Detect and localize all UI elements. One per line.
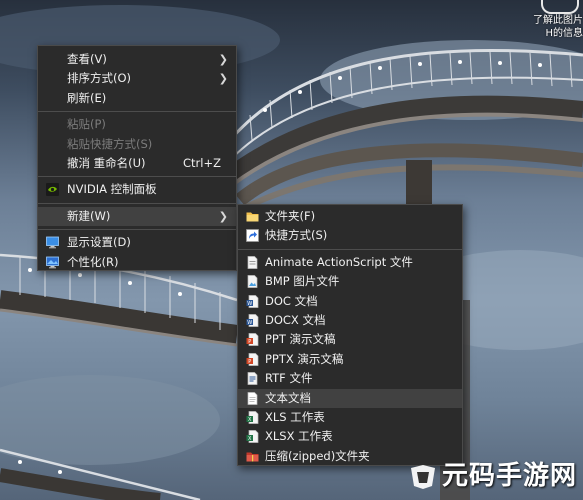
menu-item-shortcut: Ctrl+Z: [183, 155, 221, 170]
display-settings-icon: [46, 236, 59, 249]
pptx-file-icon: P: [246, 352, 259, 366]
docx-file-icon: W: [246, 314, 259, 327]
menu-separator: [238, 248, 462, 250]
menu-item-personalize[interactable]: 个性化(R): [38, 253, 236, 272]
new-item-docx-file[interactable]: W DOCX 文档: [238, 311, 462, 330]
doc-file-icon: W: [246, 294, 259, 308]
menu-item-label: 查看(V): [67, 52, 107, 66]
menu-item-paste: 粘贴(P): [38, 115, 236, 134]
svg-text:W: W: [247, 320, 252, 326]
menu-item-label: 新建(W): [67, 208, 111, 223]
chevron-right-icon: ❯: [218, 72, 228, 86]
chevron-right-icon: ❯: [218, 53, 228, 66]
text-file-icon: [247, 391, 258, 405]
xlsx-file-icon: X: [246, 430, 259, 444]
new-item-actionscript-file[interactable]: Animate ActionScript 文件: [238, 253, 462, 272]
new-item-rtf-file[interactable]: RTF 文件: [238, 369, 462, 388]
watermark-logo-icon: [410, 464, 435, 489]
new-item-folder[interactable]: 文件夹(F): [238, 207, 462, 226]
menu-item-label: 文本文档: [265, 390, 311, 405]
bmp-file-icon: [247, 275, 258, 289]
menu-item-refresh[interactable]: 刷新(E): [38, 89, 236, 108]
nvidia-icon: [46, 183, 59, 197]
desktop-context-menu: 查看(V) ❯ 排序方式(O) ❯ 刷新(E) 粘贴(P) 粘贴快捷方式(S) …: [37, 45, 237, 271]
menu-item-label: PPT 演示文稿: [265, 332, 336, 347]
new-item-bmp-file[interactable]: BMP 图片文件: [238, 272, 462, 291]
actionscript-file-icon: [247, 255, 258, 269]
menu-item-label: DOCX 文档: [265, 312, 326, 327]
zip-folder-icon: [246, 452, 259, 462]
xls-file-icon: X: [246, 411, 259, 424]
new-item-doc-file[interactable]: W DOC 文档: [238, 292, 462, 311]
ppt-file-icon: P: [246, 333, 259, 347]
menu-item-view[interactable]: 查看(V) ❯: [38, 50, 236, 69]
svg-text:P: P: [248, 339, 251, 345]
new-item-pptx-file[interactable]: P PPTX 演示文稿: [238, 350, 462, 369]
menu-item-label: 粘贴快捷方式(S): [67, 136, 153, 151]
wallpaper-info-badge[interactable]: 了解此图片 H的信息: [519, 0, 583, 40]
svg-text:P: P: [248, 359, 251, 365]
menu-item-label: XLS 工作表: [265, 409, 325, 424]
chevron-right-icon: ❯: [218, 209, 228, 223]
menu-item-label: 撤消 重命名(U): [67, 155, 146, 170]
new-item-xlsx-file[interactable]: X XLSX 工作表: [238, 427, 462, 446]
wallpaper-info-line2: H的信息: [545, 28, 583, 39]
info-bubble-icon: [541, 0, 579, 14]
menu-item-label: 压缩(zipped)文件夹: [265, 448, 370, 463]
menu-item-label: BMP 图片文件: [265, 274, 340, 289]
new-item-text-document[interactable]: 文本文档: [238, 388, 462, 408]
menu-item-label: 文件夹(F): [265, 209, 316, 223]
menu-item-label: Animate ActionScript 文件: [265, 254, 413, 269]
folder-icon: [246, 212, 259, 222]
watermark-text: 元码手游网: [441, 461, 577, 491]
menu-separator: [38, 229, 236, 231]
menu-item-label: DOC 文档: [265, 293, 318, 308]
menu-separator: [38, 202, 236, 204]
shortcut-icon: [246, 229, 259, 243]
menu-item-label: NVIDIA 控制面板: [67, 182, 157, 197]
menu-item-label: XLSX 工作表: [265, 429, 333, 444]
menu-item-label: 粘贴(P): [67, 117, 106, 132]
menu-item-label: RTF 文件: [265, 371, 313, 386]
menu-item-label: 快捷方式(S): [265, 228, 328, 243]
menu-separator: [38, 176, 236, 178]
menu-item-display-settings[interactable]: 显示设置(D): [38, 233, 236, 252]
menu-item-paste-shortcut: 粘贴快捷方式(S): [38, 135, 236, 154]
personalize-icon: [46, 256, 59, 268]
menu-separator: [38, 111, 236, 113]
menu-item-label: 刷新(E): [67, 90, 107, 105]
menu-item-label: 显示设置(D): [67, 235, 131, 250]
menu-item-label: 个性化(R): [67, 254, 119, 269]
svg-text:X: X: [248, 436, 252, 442]
new-item-shortcut[interactable]: 快捷方式(S): [238, 226, 462, 245]
menu-item-label: 排序方式(O): [67, 71, 132, 86]
menu-item-nvidia-control-panel[interactable]: NVIDIA 控制面板: [38, 180, 236, 199]
svg-text:W: W: [247, 301, 252, 307]
menu-item-undo-rename[interactable]: 撤消 重命名(U) Ctrl+Z: [38, 154, 236, 173]
menu-item-label: PPTX 演示文稿: [265, 351, 344, 366]
menu-item-sort-by[interactable]: 排序方式(O) ❯: [38, 69, 236, 88]
new-submenu: 文件夹(F) 快捷方式(S) Animate ActionScript 文件 B…: [237, 204, 463, 466]
site-watermark: 元码手游网: [408, 455, 577, 492]
rtf-file-icon: [247, 372, 258, 385]
wallpaper-info-line1: 了解此图片: [533, 15, 583, 26]
svg-text:X: X: [248, 417, 252, 423]
menu-item-new[interactable]: 新建(W) ❯: [38, 206, 236, 227]
new-item-ppt-file[interactable]: P PPT 演示文稿: [238, 330, 462, 349]
new-item-xls-file[interactable]: X XLS 工作表: [238, 408, 462, 427]
